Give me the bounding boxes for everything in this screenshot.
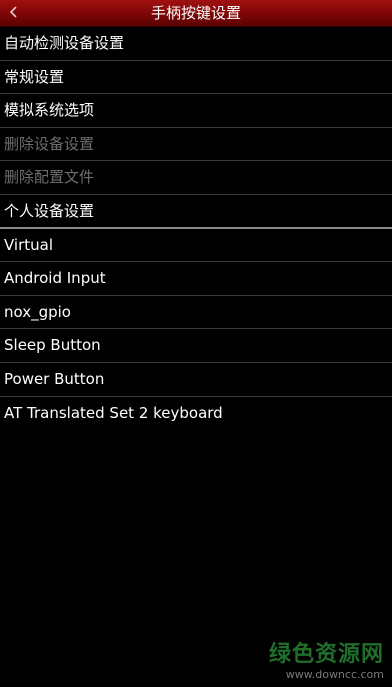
- device-item-virtual[interactable]: Virtual: [0, 229, 392, 263]
- top-app-bar: 手柄按键设置: [0, 0, 392, 27]
- menu-item-personal-device-settings[interactable]: 个人设备设置: [0, 195, 392, 229]
- watermark-logo: 绿色资源网: [268, 642, 384, 667]
- settings-list: 自动检测设备设置 常规设置 模拟系统选项 删除设备设置 删除配置文件 个人设备设…: [0, 27, 392, 430]
- device-item-nox-gpio[interactable]: nox_gpio: [0, 296, 392, 330]
- watermark: 绿色资源网 www.downcc.com: [269, 642, 384, 681]
- menu-item-delete-config-file: 删除配置文件: [0, 161, 392, 195]
- menu-item-emulated-system-options[interactable]: 模拟系统选项: [0, 94, 392, 128]
- menu-item-auto-detect[interactable]: 自动检测设备设置: [0, 27, 392, 61]
- device-item-android-input[interactable]: Android Input: [0, 262, 392, 296]
- page-title: 手柄按键设置: [150, 4, 241, 22]
- menu-item-delete-device-settings: 删除设备设置: [0, 128, 392, 162]
- device-item-sleep-button[interactable]: Sleep Button: [0, 329, 392, 363]
- device-item-at-keyboard[interactable]: AT Translated Set 2 keyboard: [0, 397, 392, 431]
- menu-item-general-settings[interactable]: 常规设置: [0, 61, 392, 95]
- watermark-url: www.downcc.com: [285, 668, 384, 681]
- device-item-power-button[interactable]: Power Button: [0, 363, 392, 397]
